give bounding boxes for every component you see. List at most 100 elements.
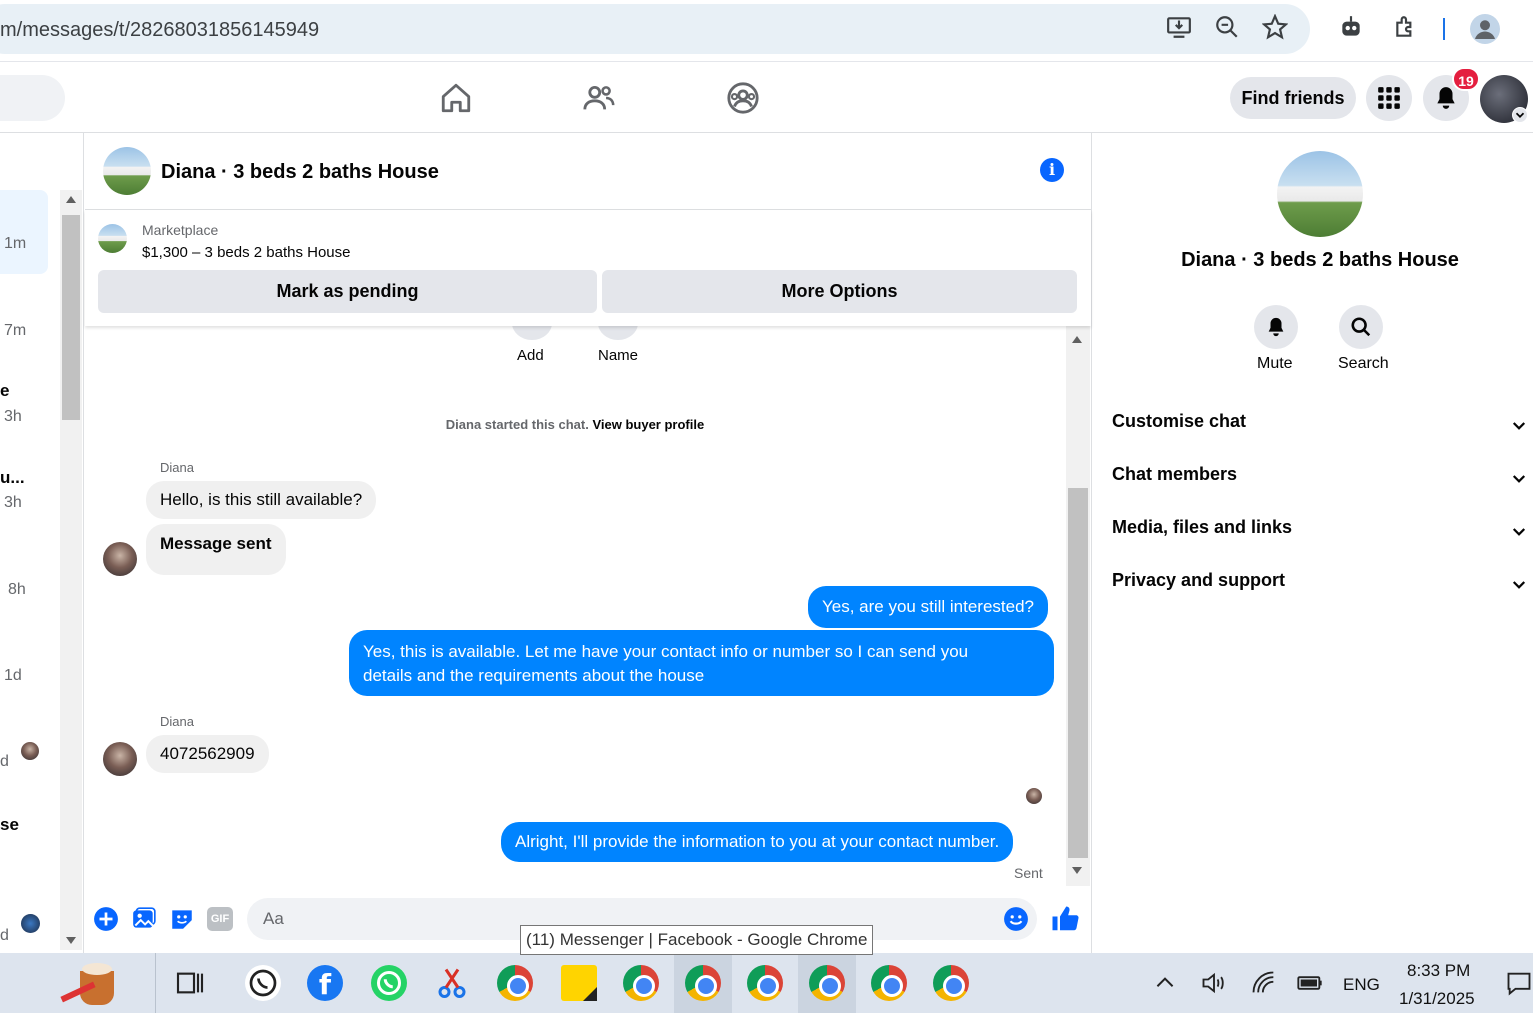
- menu-button[interactable]: [1366, 75, 1412, 121]
- chrome-profile-icon[interactable]: [623, 965, 659, 1001]
- thumbs-up-icon[interactable]: [1050, 904, 1080, 934]
- chat-title[interactable]: Diana · 3 beds 2 baths House: [161, 161, 439, 184]
- house-thumbnail[interactable]: [103, 147, 151, 195]
- message-line: details and the requirements about the h…: [363, 666, 705, 685]
- scroll-down-icon[interactable]: [66, 937, 76, 944]
- url-text[interactable]: m/messages/t/28268031856145949: [0, 19, 319, 42]
- facebook-search-input[interactable]: [0, 75, 65, 121]
- battery-icon[interactable]: [1296, 965, 1324, 1001]
- facebook-top-nav: Find friends: [0, 63, 1533, 133]
- facebook-app-icon[interactable]: f: [307, 965, 343, 1001]
- language-indicator[interactable]: ENG: [1343, 975, 1380, 995]
- more-options-button[interactable]: More Options: [602, 270, 1077, 313]
- conversation-name-fragment: e: [0, 381, 10, 400]
- mute-label: Mute: [1257, 355, 1293, 372]
- mark-as-pending-button[interactable]: Mark as pending: [98, 270, 597, 313]
- sender-name: Diana: [160, 460, 194, 475]
- chevron-down-icon: [1512, 581, 1526, 589]
- sticky-notes-icon[interactable]: [561, 965, 597, 1001]
- chrome-profile-icon[interactable]: [809, 965, 845, 1001]
- wifi-icon[interactable]: [1250, 965, 1278, 1001]
- incoming-message[interactable]: Hello, is this still available?: [146, 481, 377, 519]
- chrome-profile-icon[interactable]: [871, 965, 907, 1001]
- scroll-thumb[interactable]: [62, 215, 80, 420]
- chevron-up-icon[interactable]: [1152, 965, 1178, 1001]
- chrome-profile-icon[interactable]: [933, 965, 969, 1001]
- clock-date[interactable]: 1/31/2025: [1399, 989, 1475, 1009]
- whatsapp-icon[interactable]: [245, 965, 281, 1001]
- search-icon: [1351, 317, 1371, 337]
- view-buyer-profile-link[interactable]: View buyer profile: [592, 417, 704, 432]
- task-view-icon[interactable]: [174, 965, 206, 1001]
- message-thread-scrollbar[interactable]: [1066, 326, 1090, 886]
- gif-icon[interactable]: GIF: [207, 907, 233, 931]
- conversation-list-scrollbar[interactable]: [60, 190, 82, 950]
- home-icon[interactable]: [439, 81, 473, 115]
- extensions-icon[interactable]: [1393, 14, 1419, 40]
- bookmark-star-icon[interactable]: [1262, 14, 1288, 40]
- volume-icon[interactable]: [1200, 965, 1228, 1001]
- bell-icon: [1437, 87, 1455, 109]
- groups-icon[interactable]: [726, 81, 760, 115]
- conversation-item-active[interactable]: [0, 190, 48, 274]
- outgoing-message[interactable]: Alright, I'll provide the information to…: [501, 822, 1014, 862]
- plus-circle-icon[interactable]: [93, 906, 119, 932]
- outgoing-message[interactable]: Yes, are you still interested?: [808, 586, 1048, 628]
- chat-members-row[interactable]: Chat members: [1112, 464, 1532, 504]
- section-label: Chat members: [1112, 464, 1238, 484]
- scroll-up-icon[interactable]: [1072, 336, 1082, 343]
- incoming-message[interactable]: Message sent: [146, 524, 286, 575]
- listing-title[interactable]: $1,300 – 3 beds 2 baths House: [142, 244, 351, 261]
- conversation-time: 1d: [4, 667, 22, 684]
- address-bar[interactable]: m/messages/t/28268031856145949: [0, 4, 1310, 54]
- house-avatar[interactable]: [1277, 151, 1363, 237]
- conversation-time: 3h: [4, 494, 22, 511]
- add-label: Add: [517, 347, 544, 364]
- chat-started-notice: Diana started this chat. View buyer prof…: [85, 417, 1065, 432]
- friends-icon[interactable]: [582, 81, 616, 115]
- conversation-name-fragment: u...: [0, 468, 25, 487]
- install-app-icon[interactable]: [1166, 14, 1192, 40]
- name-button[interactable]: [598, 326, 638, 340]
- add-contact-button[interactable]: [512, 326, 552, 340]
- mute-button[interactable]: [1254, 305, 1298, 349]
- emoji-icon[interactable]: [1003, 906, 1029, 932]
- photo-icon[interactable]: [131, 906, 157, 932]
- chrome-icon[interactable]: [497, 965, 533, 1001]
- media-files-links-row[interactable]: Media, files and links: [1112, 517, 1532, 557]
- widget-cocoa-icon[interactable]: [60, 961, 130, 1009]
- windows-taskbar: f ENG 8:33 PM 1/31/2025: [0, 953, 1533, 1013]
- zoom-icon[interactable]: [1214, 14, 1240, 40]
- toolbar-divider: [1443, 18, 1445, 40]
- message-line: Yes, this is available. Let me have your…: [363, 642, 969, 661]
- outgoing-message[interactable]: Yes, this is available. Let me have your…: [349, 630, 1054, 696]
- diana-avatar[interactable]: [103, 542, 137, 576]
- conversation-name-fragment: d: [0, 927, 9, 944]
- conversation-time: 8h: [8, 581, 26, 598]
- chrome-profile-icon[interactable]: [747, 965, 783, 1001]
- notification-center-icon[interactable]: [1505, 965, 1533, 1001]
- scroll-thumb[interactable]: [1068, 488, 1088, 858]
- privacy-support-row[interactable]: Privacy and support: [1112, 570, 1532, 610]
- snipping-tool-icon[interactable]: [434, 965, 470, 1001]
- search-button[interactable]: [1339, 305, 1383, 349]
- scroll-up-icon[interactable]: [66, 196, 76, 203]
- browser-profile-icon[interactable]: [1470, 14, 1500, 44]
- chat-started-text: Diana started this chat.: [445, 417, 589, 432]
- listing-thumbnail[interactable]: [98, 224, 127, 253]
- incoming-message[interactable]: 4072562909: [146, 735, 269, 773]
- clock-time[interactable]: 8:33 PM: [1407, 961, 1470, 981]
- whatsapp-desktop-icon[interactable]: [371, 965, 407, 1001]
- robot-icon[interactable]: [1338, 14, 1364, 40]
- grid-menu-icon: [1378, 87, 1400, 109]
- find-friends-button[interactable]: Find friends: [1230, 77, 1356, 119]
- info-icon[interactable]: i: [1040, 158, 1064, 182]
- customise-chat-row[interactable]: Customise chat: [1112, 411, 1532, 451]
- scroll-down-icon[interactable]: [1072, 867, 1082, 874]
- sticker-icon[interactable]: [169, 906, 195, 932]
- chrome-profile-icon[interactable]: [685, 965, 721, 1001]
- account-avatar[interactable]: [1480, 75, 1528, 123]
- chevron-down-icon: [1512, 528, 1526, 536]
- diana-avatar[interactable]: [103, 742, 137, 776]
- conversation-name-fragment: d: [0, 753, 9, 770]
